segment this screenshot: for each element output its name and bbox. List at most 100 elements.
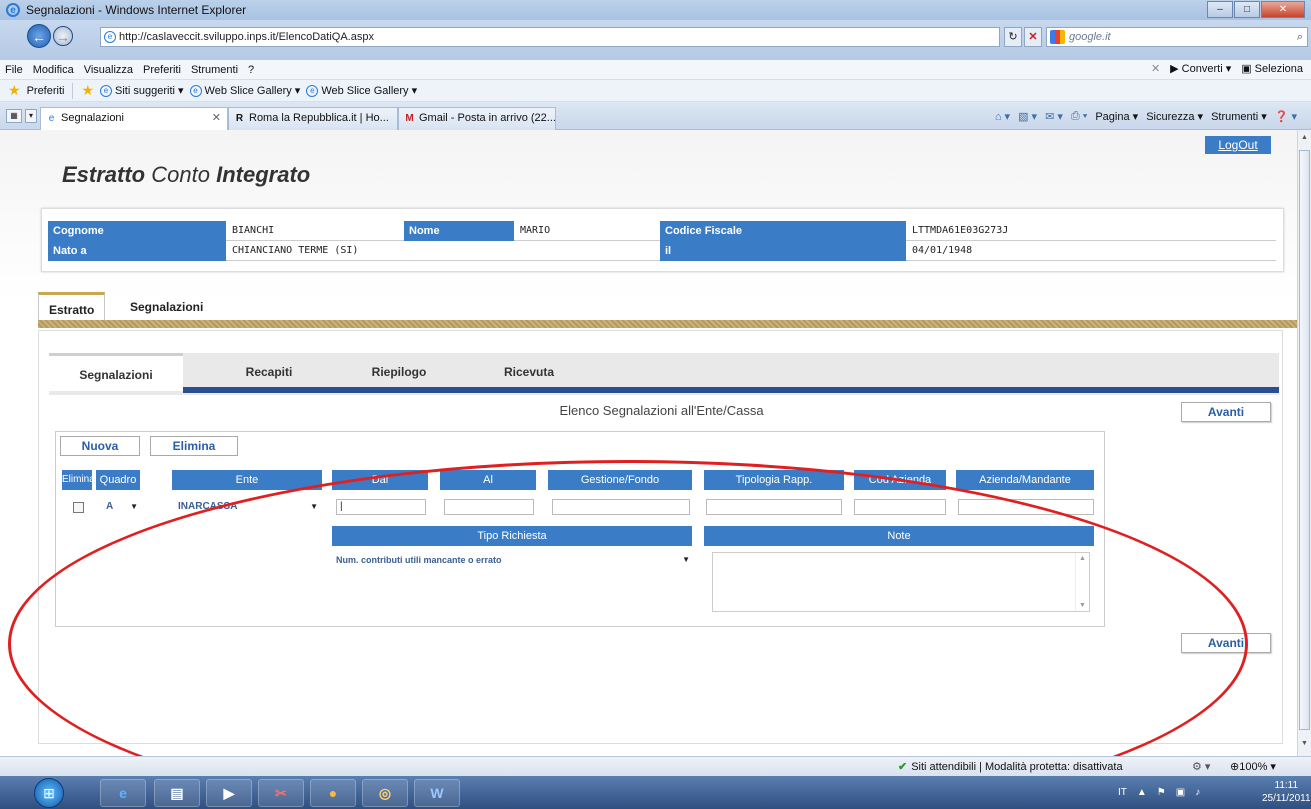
zoom-control[interactable]: ⊕100% ▾ — [1230, 760, 1276, 773]
minimize-button[interactable]: – — [1207, 1, 1233, 18]
col-quadro: Quadro — [96, 470, 140, 490]
tab-segnalazioni[interactable]: e Segnalazioni ✕ — [40, 107, 228, 130]
nato-label: Nato a — [48, 241, 226, 261]
forward-button[interactable]: → — [53, 26, 73, 46]
menu-strumenti[interactable]: Strumenti — [186, 64, 243, 76]
itab-riepilogo[interactable]: Riepilogo — [339, 353, 459, 391]
app-title: Estratto Conto Integrato — [62, 162, 311, 187]
search-box[interactable]: google.it ⌕ — [1046, 27, 1308, 47]
tipologia-input[interactable] — [706, 499, 842, 515]
favorites-star-icon[interactable]: ★ — [8, 82, 21, 99]
maximize-button[interactable]: □ — [1234, 1, 1260, 18]
itab-recapiti[interactable]: Recapiti — [209, 353, 329, 391]
scroll-down-icon[interactable]: ▼ — [1299, 740, 1310, 752]
tab-repubblica[interactable]: R Roma la Repubblica.it | Ho... — [228, 107, 398, 130]
cmd-pagina[interactable]: Pagina ▾ — [1095, 110, 1138, 123]
note-textarea[interactable]: ▲ ▼ — [712, 552, 1090, 612]
address-row: ← → e http://caslaveccit.sviluppo.inps.i… — [0, 20, 1311, 60]
note-scrollbar[interactable]: ▲ ▼ — [1075, 553, 1089, 611]
scroll-up-icon[interactable]: ▲ — [1299, 134, 1310, 146]
tray-arrow-icon[interactable]: ▲ — [1137, 787, 1147, 798]
taskbar-pdf-icon[interactable]: ✂ — [258, 779, 304, 807]
avanti-button-top[interactable]: Avanti — [1181, 402, 1271, 422]
converti-button[interactable]: ▶ Converti ▾ — [1170, 62, 1231, 75]
al-input[interactable] — [444, 499, 534, 515]
cod-azienda-input[interactable] — [854, 499, 946, 515]
clock[interactable]: 11:11 25/11/2011 — [1262, 779, 1311, 805]
cmd-sicurezza[interactable]: Sicurezza ▾ — [1146, 110, 1203, 123]
nuova-button[interactable]: Nuova — [60, 436, 140, 456]
fav-web-slice-1[interactable]: e Web Slice Gallery ▾ — [189, 84, 300, 98]
col-tipologia: Tipologia Rapp. — [704, 470, 844, 490]
elimina-checkbox[interactable] — [73, 502, 84, 513]
azienda-input[interactable] — [958, 499, 1094, 515]
taskbar-explorer-icon[interactable]: ▤ — [154, 779, 200, 807]
tab-stripe — [38, 320, 1297, 328]
window-title: Segnalazioni - Windows Internet Explorer — [26, 3, 247, 17]
menu-file[interactable]: File — [0, 64, 28, 76]
close-toolbar-icon[interactable]: ✕ — [1151, 62, 1160, 75]
cognome-value: BIANCHI — [226, 221, 404, 241]
tipo-richiesta-select[interactable]: Num. contributi utili mancante o errato ▼ — [334, 552, 692, 568]
ente-select[interactable]: INARCASSA ▼ — [174, 499, 320, 515]
elimina-button[interactable]: Elimina — [150, 436, 238, 456]
menu-visualizza[interactable]: Visualizza — [79, 64, 138, 76]
help-icon[interactable]: ❓ ▾ — [1275, 110, 1297, 123]
protected-mode-icon[interactable]: ⚙ ▾ — [1192, 760, 1210, 773]
flag-icon[interactable]: ⚑ — [1157, 787, 1166, 798]
taskbar-app2-icon[interactable]: ◎ — [362, 779, 408, 807]
fav-web-slice-2[interactable]: e Web Slice Gallery ▾ — [306, 84, 417, 98]
note-header: Note — [704, 526, 1094, 546]
cf-value: LTTMDA61E03G273J — [906, 221, 1276, 241]
page-scrollbar[interactable]: ▲ ▼ — [1297, 130, 1311, 756]
dal-input[interactable]: | — [336, 499, 426, 515]
address-bar[interactable]: e http://caslaveccit.sviluppo.inps.it/El… — [100, 27, 1000, 47]
home-icon[interactable]: ⌂ ▾ — [995, 110, 1010, 123]
gestione-input[interactable] — [552, 499, 690, 515]
menu-help[interactable]: ? — [243, 64, 259, 76]
print-icon[interactable]: ⎙ ▾ — [1071, 110, 1087, 123]
network-icon[interactable]: ▣ — [1176, 787, 1185, 798]
taskbar-app-icon[interactable]: ● — [310, 779, 356, 807]
taskbar-media-icon[interactable]: ▶ — [206, 779, 252, 807]
back-button[interactable]: ← — [27, 24, 51, 48]
tab-segnalazioni-outer[interactable]: Segnalazioni — [120, 292, 213, 322]
url-text: http://caslaveccit.sviluppo.inps.it/Elen… — [119, 31, 374, 43]
tab-list-icon[interactable]: ▾ — [25, 109, 37, 123]
feeds-icon[interactable]: ▧ ▾ — [1018, 110, 1037, 123]
search-icon[interactable]: ⌕ — [1297, 28, 1303, 46]
avanti-button-bottom[interactable]: Avanti — [1181, 633, 1271, 653]
mail-icon[interactable]: ✉ ▾ — [1045, 110, 1063, 123]
tab-estratto[interactable]: Estratto — [38, 292, 106, 322]
segnalazioni-panel: Segnalazioni Recapiti Riepilogo Ricevuta… — [38, 330, 1283, 744]
taskbar: ⊞ e ▤ ▶ ✂ ● ◎ W IT ▲ ⚑ ▣ ♪ 11:11 25/11/2… — [0, 776, 1311, 809]
menu-modifica[interactable]: Modifica — [28, 64, 79, 76]
taskbar-ie-icon[interactable]: e — [100, 779, 146, 807]
logout-link[interactable]: LogOut — [1205, 136, 1271, 154]
itab-ricevuta[interactable]: Ricevuta — [469, 353, 589, 391]
volume-icon[interactable]: ♪ — [1195, 787, 1200, 798]
seleziona-button[interactable]: ▣ Seleziona — [1241, 62, 1303, 75]
tab-gmail[interactable]: M Gmail - Posta in arrivo (22... — [398, 107, 556, 130]
refresh-icon[interactable]: ↻ — [1004, 27, 1022, 47]
nato-value: CHIANCIANO TERME (SI) — [226, 241, 660, 261]
menu-preferiti[interactable]: Preferiti — [138, 64, 186, 76]
cmd-strumenti[interactable]: Strumenti ▾ — [1211, 110, 1267, 123]
stop-icon[interactable]: ✕ — [1024, 27, 1042, 47]
lang-indicator[interactable]: IT — [1118, 787, 1127, 798]
inner-tabs: Segnalazioni Recapiti Riepilogo Ricevuta — [49, 353, 1279, 395]
col-cod-azienda: Cod Azienda — [854, 470, 946, 490]
tab-close-icon[interactable]: ✕ — [212, 108, 221, 129]
favorites-label[interactable]: Preferiti — [27, 85, 65, 97]
fav-siti-suggeriti[interactable]: e Siti suggeriti ▾ — [100, 84, 184, 98]
quick-tabs-icon[interactable]: ▦ — [6, 109, 22, 123]
security-zone[interactable]: ✔ Siti attendibili | Modalità protetta: d… — [898, 760, 1123, 773]
add-favorite-icon[interactable]: ★ — [81, 82, 94, 99]
close-button[interactable]: ✕ — [1261, 1, 1305, 18]
ie-tab-icon: e — [48, 113, 55, 124]
scroll-thumb[interactable] — [1299, 150, 1310, 730]
quadro-select[interactable]: A ▼ — [100, 499, 140, 515]
start-button[interactable]: ⊞ — [34, 778, 64, 808]
taskbar-word-icon[interactable]: W — [414, 779, 460, 807]
itab-segnalazioni[interactable]: Segnalazioni — [49, 353, 183, 391]
